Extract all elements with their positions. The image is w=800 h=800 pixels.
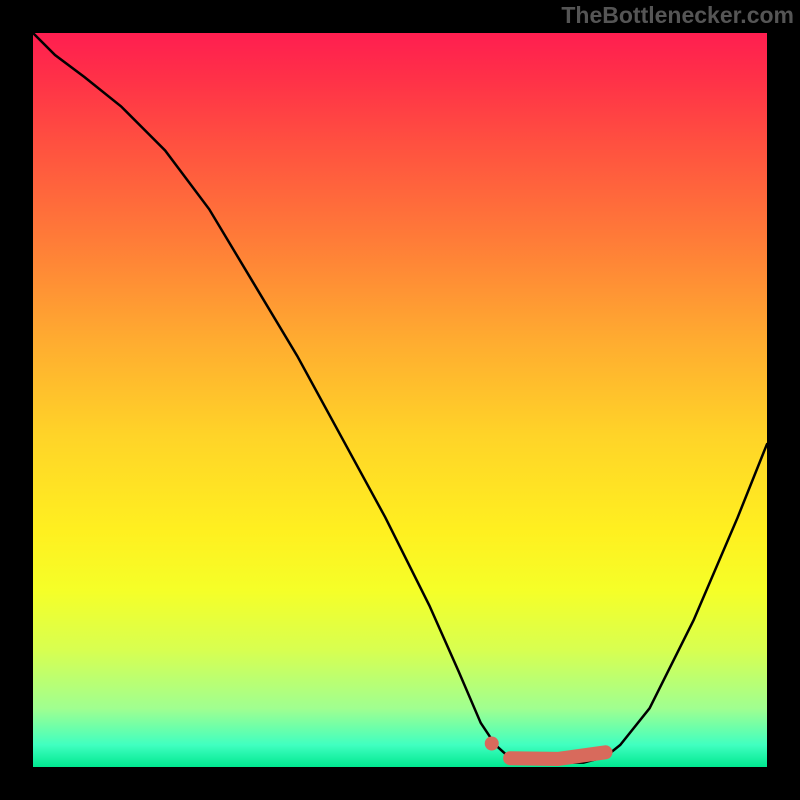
- chart-svg: [33, 33, 767, 767]
- watermark-text: TheBottlenecker.com: [561, 2, 794, 29]
- highlight-marker-dot: [485, 737, 499, 751]
- chart-container: TheBottlenecker.com: [0, 0, 800, 800]
- highlight-segment: [510, 752, 605, 759]
- bottleneck-curve: [33, 33, 767, 763]
